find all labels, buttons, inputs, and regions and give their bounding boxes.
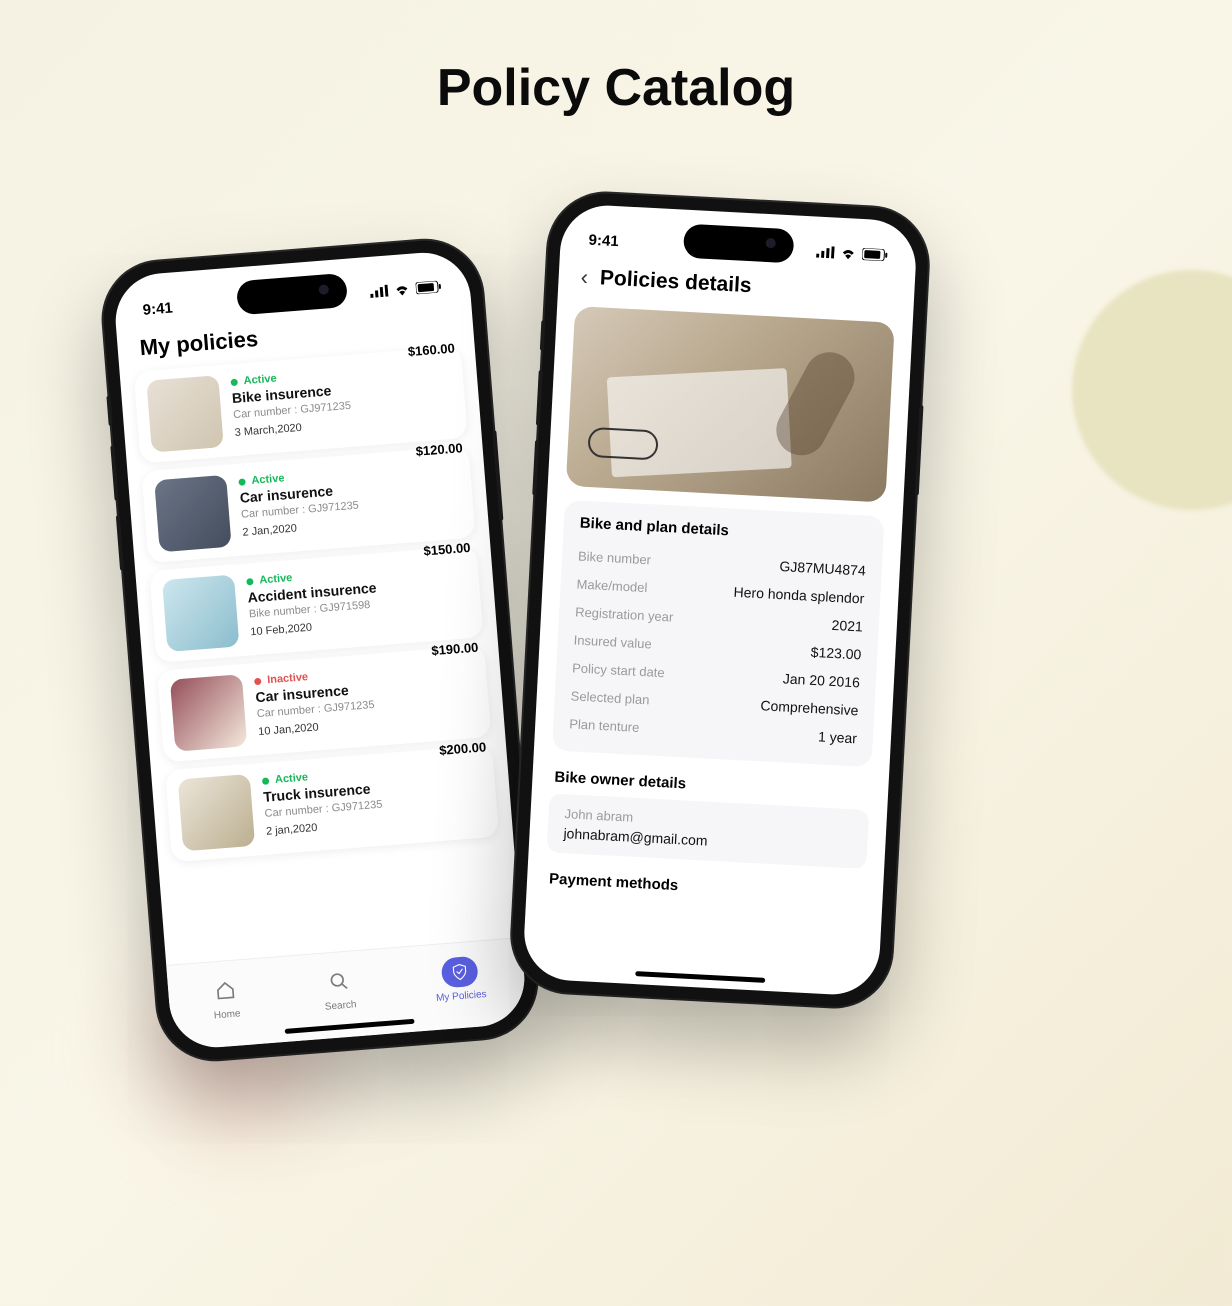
status-time: 9:41 [588, 231, 619, 250]
nav-home[interactable]: Home [206, 974, 245, 1022]
policy-status: Active [275, 771, 309, 786]
detail-label: Bike number [578, 549, 652, 568]
status-dot-icon [262, 777, 270, 785]
plan-details-heading: Bike and plan details [579, 515, 867, 547]
detail-label: Policy start date [572, 660, 665, 680]
policy-thumb [162, 575, 239, 652]
plan-details-card: Bike and plan details Bike number GJ87MU4… [552, 500, 885, 767]
shield-icon [440, 956, 478, 989]
policy-status: Inactive [267, 671, 309, 686]
detail-value: Jan 20 2016 [782, 670, 860, 690]
policy-thumb [178, 774, 255, 851]
nav-search[interactable]: Search [320, 965, 359, 1013]
detail-value: Hero honda splendor [733, 584, 864, 607]
policy-card[interactable]: $200.00ActiveTruck insurenceCar number :… [165, 745, 499, 862]
policy-status: Active [251, 472, 285, 487]
bg-blob [1072, 270, 1232, 510]
dynamic-island [683, 224, 795, 264]
detail-value: 2021 [831, 617, 863, 635]
status-time: 9:41 [142, 299, 173, 318]
signal-icon [370, 285, 389, 298]
policy-thumb [154, 475, 231, 552]
detail-value: Comprehensive [760, 697, 859, 718]
signal-icon [816, 246, 835, 259]
policy-status: Active [259, 572, 293, 587]
detail-value: 1 year [818, 728, 858, 746]
policy-thumb [170, 674, 247, 751]
detail-value: GJ87MU4874 [779, 558, 866, 578]
wifi-icon [394, 283, 411, 296]
detail-value: $123.00 [810, 644, 861, 663]
bottom-nav: Home Search My Policies [166, 937, 528, 1051]
search-icon [320, 965, 358, 998]
policy-hero-image [566, 306, 895, 503]
detail-label: Insured value [573, 632, 652, 651]
page-title: Policy Catalog [0, 58, 1232, 118]
battery-icon [862, 248, 889, 261]
battery-icon [415, 280, 442, 294]
payment-methods-heading: Payment methods [526, 865, 883, 913]
home-indicator[interactable] [635, 971, 765, 983]
phone-my-policies: 9:41 My policies $160.00ActiveBike insur… [99, 236, 541, 1063]
detail-label: Make/model [576, 576, 648, 595]
nav-my-policies[interactable]: My Policies [433, 955, 487, 1004]
details-title: Policies details [599, 266, 752, 298]
policy-status: Active [243, 373, 277, 388]
back-icon[interactable]: ‹ [580, 264, 589, 290]
detail-label: Selected plan [570, 688, 649, 707]
policy-list[interactable]: $160.00ActiveBike insurenceCar number : … [120, 345, 514, 863]
status-dot-icon [238, 478, 246, 486]
detail-label: Registration year [575, 604, 674, 624]
wifi-icon [840, 247, 857, 260]
home-icon [206, 974, 244, 1007]
detail-label: Plan tenture [569, 716, 640, 735]
policy-thumb [146, 375, 223, 452]
phone-policy-details: 9:41 ‹ Policies details Bike and plan de… [509, 191, 930, 1010]
status-dot-icon [254, 677, 262, 685]
status-dot-icon [230, 378, 238, 386]
status-dot-icon [246, 578, 254, 586]
